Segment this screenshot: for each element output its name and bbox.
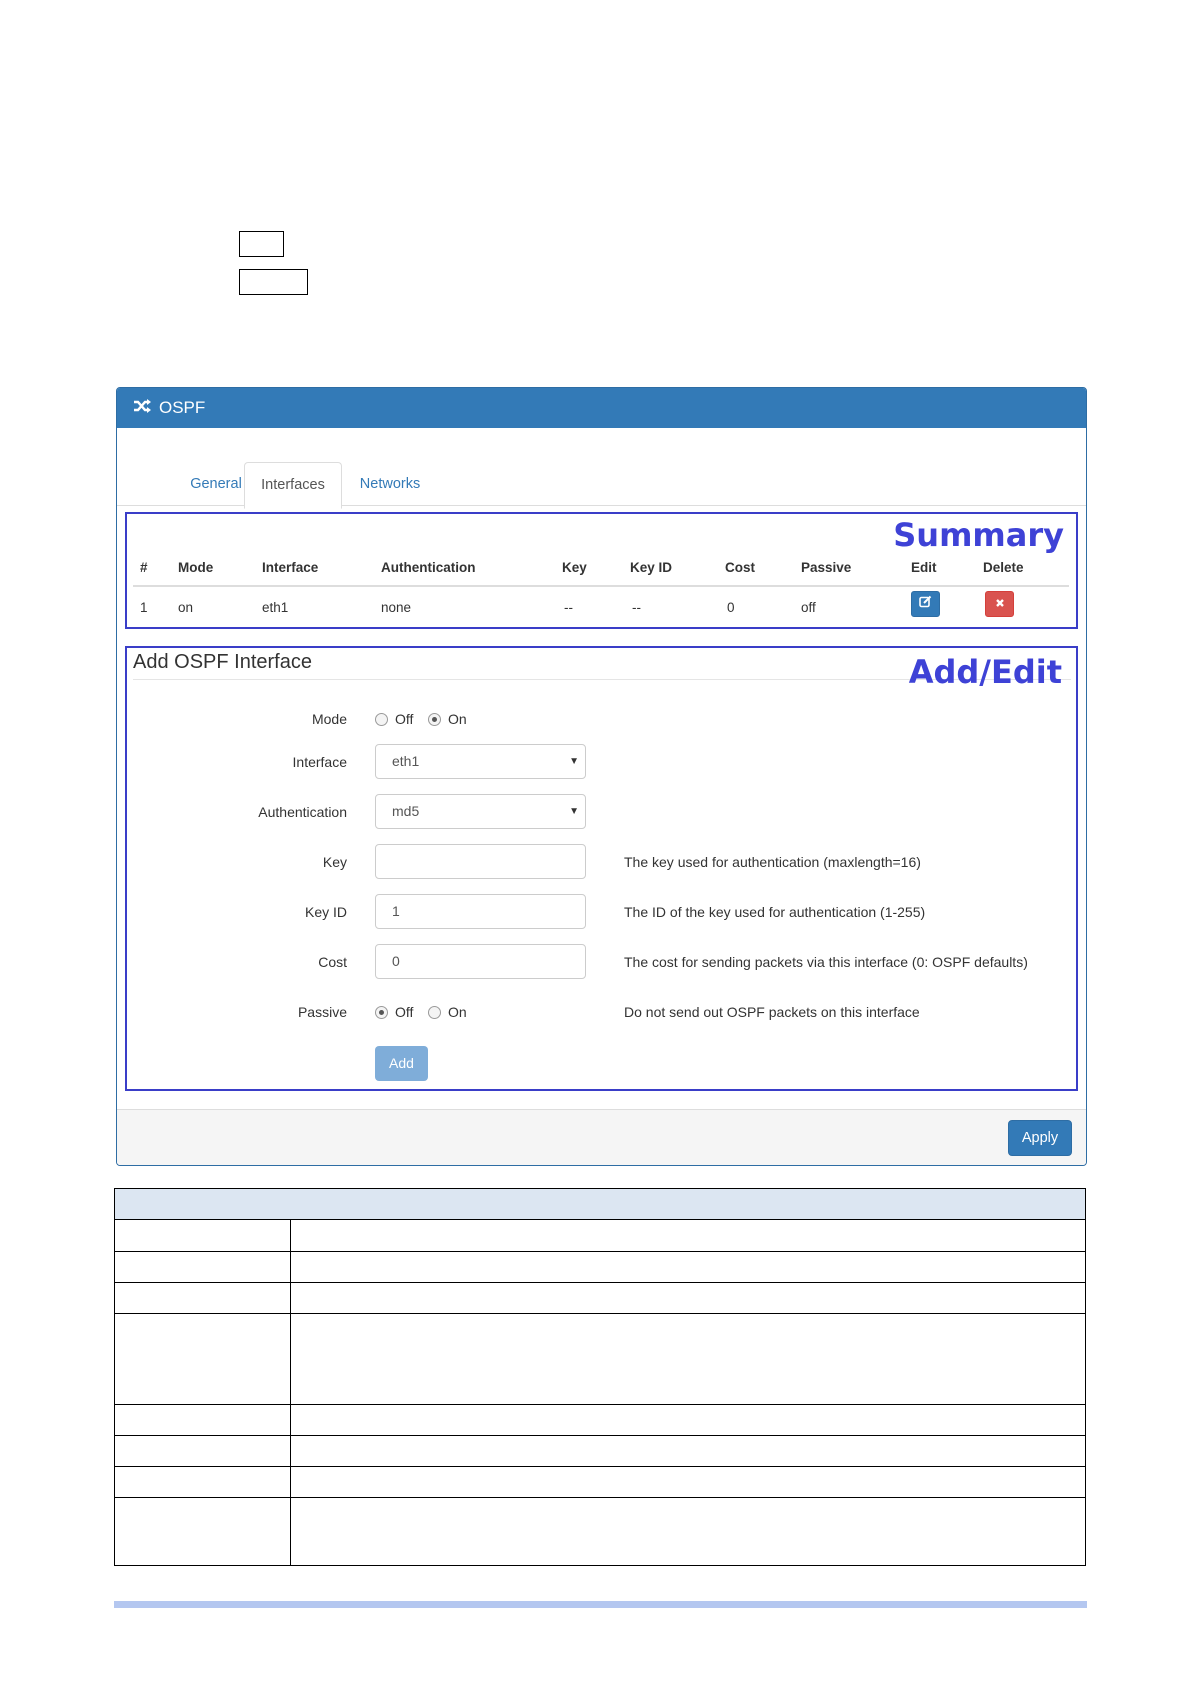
cost-input[interactable]: 0 [375, 944, 586, 979]
summary-annotation: Summary [893, 516, 1064, 554]
interface-label: Interface [292, 754, 347, 770]
row-passive: off [801, 600, 816, 615]
header-key-id: Key ID [630, 560, 673, 575]
table-header-row [115, 1189, 1085, 1220]
header-interface: Interface [262, 560, 319, 575]
header-divider [133, 585, 1069, 587]
key-id-help-text: The ID of the key used for authenticatio… [624, 904, 926, 920]
passive-help-text: Do not send out OSPF packets on this int… [624, 1004, 920, 1020]
delete-button[interactable] [985, 591, 1014, 617]
header-cost: Cost [725, 560, 755, 575]
key-id-input[interactable]: 1 [375, 894, 586, 929]
empty-box-wide [239, 269, 308, 295]
header-delete: Delete [983, 560, 1024, 575]
header-num: # [140, 560, 148, 575]
row-interface: eth1 [262, 600, 289, 615]
key-label: Key [322, 854, 347, 870]
summary-section: Summary # Mode Interface Authentication … [125, 512, 1078, 629]
edit-icon [919, 595, 932, 613]
apply-button[interactable]: Apply [1008, 1120, 1072, 1156]
page-bottom-bar [114, 1601, 1087, 1608]
table-row-divider [115, 1435, 1085, 1436]
add-edit-annotation: Add/Edit [908, 653, 1062, 691]
parameter-table [114, 1188, 1086, 1566]
table-row-divider [115, 1497, 1085, 1498]
authentication-select-value: md5 [392, 803, 420, 819]
panel-footer: Apply [117, 1109, 1086, 1165]
panel-header: OSPF [117, 388, 1086, 428]
passive-label: Passive [297, 1004, 347, 1020]
caret-down-icon: ▼ [569, 756, 579, 767]
interface-select[interactable]: eth1 ▼ [375, 744, 586, 779]
edit-button[interactable] [911, 591, 940, 617]
header-mode: Mode [178, 560, 214, 575]
caret-down-icon: ▼ [569, 806, 579, 817]
header-passive: Passive [801, 560, 852, 575]
passive-on-radio[interactable] [428, 1006, 441, 1019]
table-row-divider [115, 1404, 1085, 1405]
table-row-divider [115, 1313, 1085, 1314]
passive-on-label: On [448, 1004, 467, 1020]
interface-select-value: eth1 [392, 753, 420, 769]
header-authentication: Authentication [381, 560, 476, 575]
random-shuffle-icon [133, 398, 151, 419]
mode-on-label: On [448, 711, 467, 727]
authentication-label: Authentication [258, 804, 347, 820]
delete-x-icon [995, 595, 1005, 613]
authentication-select[interactable]: md5 ▼ [375, 794, 586, 829]
row-cost: 0 [727, 600, 735, 615]
table-row-divider [115, 1282, 1085, 1283]
table-row-divider [115, 1466, 1085, 1467]
table-row-divider [115, 1251, 1085, 1252]
add-button[interactable]: Add [375, 1046, 428, 1081]
mode-on-radio[interactable] [428, 713, 441, 726]
key-help-text: The key used for authentication (maxleng… [624, 854, 921, 870]
header-edit: Edit [911, 560, 937, 575]
row-num: 1 [140, 600, 148, 615]
cost-help-text: The cost for sending packets via this in… [624, 954, 1028, 970]
row-key-id: -- [632, 600, 641, 615]
mode-off-radio[interactable] [375, 713, 388, 726]
row-mode: on [178, 600, 194, 615]
cost-label: Cost [318, 954, 347, 970]
header-key: Key [562, 560, 587, 575]
tab-networks[interactable]: Networks [345, 462, 435, 506]
form-title: Add OSPF Interface [133, 651, 312, 673]
tab-bar: General Interfaces Networks [117, 462, 1086, 509]
passive-off-radio[interactable] [375, 1006, 388, 1019]
empty-box-small [239, 231, 284, 257]
row-key: -- [564, 600, 573, 615]
tab-interfaces[interactable]: Interfaces [244, 462, 342, 509]
add-edit-section: Add OSPF Interface Add/Edit Mode Off On … [125, 646, 1078, 1091]
table-column-divider [290, 1220, 291, 1566]
key-id-label: Key ID [304, 904, 347, 920]
ospf-panel: OSPF General Interfaces Networks Summary… [116, 387, 1087, 1166]
mode-off-label: Off [395, 711, 414, 727]
panel-title: OSPF [159, 398, 206, 417]
passive-off-label: Off [395, 1004, 414, 1020]
row-authentication: none [381, 600, 412, 615]
key-input[interactable] [375, 844, 586, 879]
mode-label: Mode [311, 711, 347, 727]
